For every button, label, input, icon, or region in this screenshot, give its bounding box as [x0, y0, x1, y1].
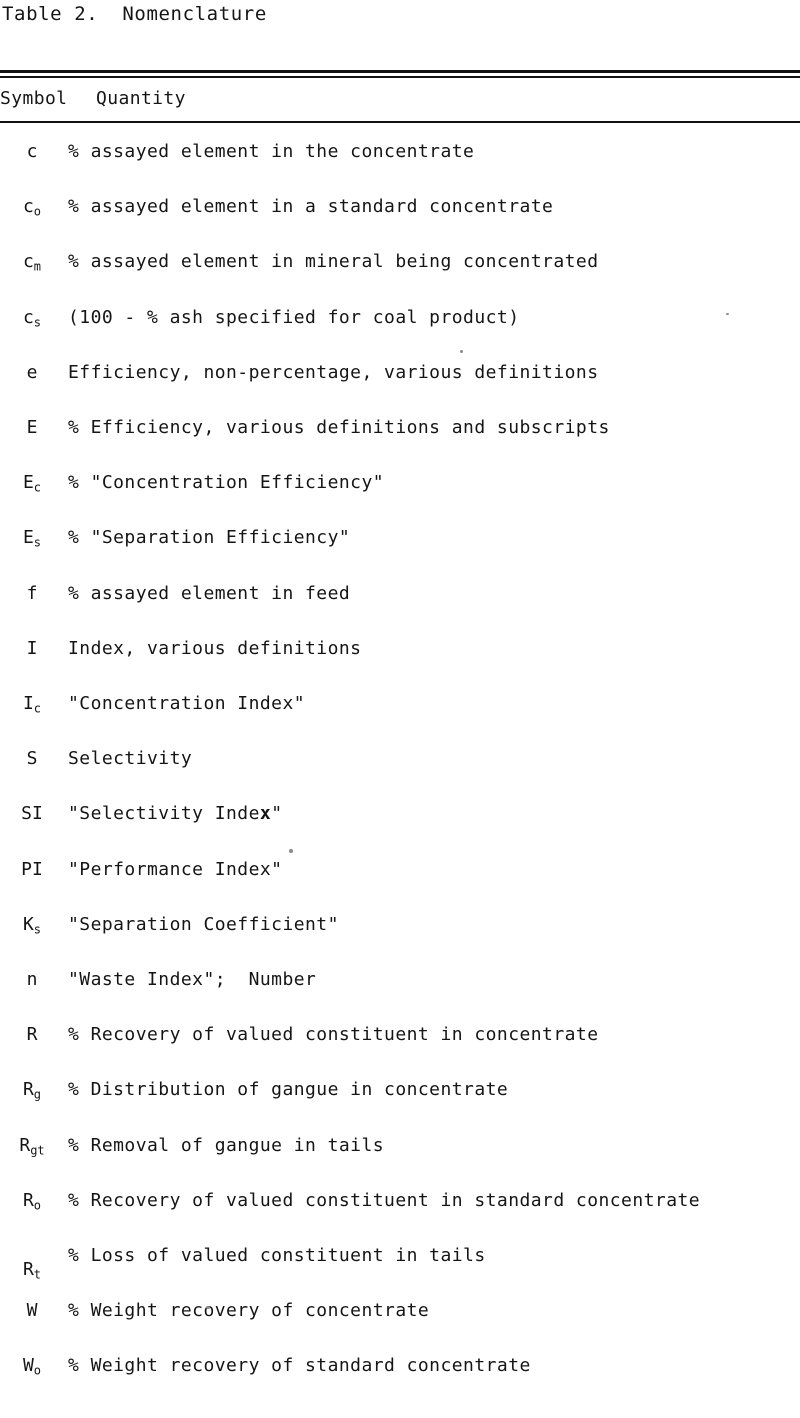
- table-cell-quantity: (100 - % ash specified for coal product): [68, 306, 520, 328]
- column-header-quantity: Quantity: [96, 88, 186, 109]
- table-cell-symbol: Wo: [22, 1355, 42, 1378]
- table-cell-symbol: W: [26, 1300, 38, 1322]
- column-header-symbol: Symbol: [0, 88, 68, 109]
- symbol-subscript: c: [33, 701, 42, 716]
- table-cell-symbol: cm: [22, 251, 42, 274]
- symbol-subscript: s: [33, 314, 42, 329]
- table-cell-quantity: % Removal of gangue in tails: [68, 1134, 385, 1156]
- table-row: Wo % Weight recovery of standard concentr…: [0, 1357, 800, 1412]
- table-cell-symbol: Rg: [22, 1079, 42, 1102]
- table-cell-symbol: R: [26, 1024, 38, 1046]
- emphasized-character: x: [259, 803, 272, 825]
- symbol-subscript: c: [33, 480, 42, 495]
- table-cell-quantity: % "Separation Efficiency": [68, 527, 351, 549]
- table-cell-symbol: cs: [22, 306, 42, 329]
- table-cell-quantity: Efficiency, non-percentage, various defi…: [68, 361, 599, 383]
- scan-speck: [460, 350, 463, 353]
- table-row: n "Waste Index"; Number: [0, 971, 800, 1026]
- table-cell-symbol: I: [26, 637, 38, 659]
- table-row: cs (100 - % ash specified for coal produc…: [0, 306, 800, 364]
- table-cell-symbol: Ec: [22, 472, 42, 495]
- symbol-subscript: s: [33, 535, 42, 550]
- table-header-rule: [0, 121, 800, 123]
- table-cell-quantity: "Selectivity Index": [68, 803, 283, 825]
- table-cell-symbol: PI: [21, 858, 43, 880]
- table-cell-symbol: Ks: [22, 913, 42, 937]
- table-row: Es % "Separation Efficiency": [0, 529, 800, 584]
- table-cell-quantity: % Efficiency, various definitions and su…: [68, 417, 610, 438]
- table-cell-quantity: % Weight recovery of standard concentrat…: [68, 1355, 531, 1377]
- table-cell-quantity: % assayed element in the concentrate: [68, 141, 475, 162]
- table-row: c % assayed element in the concentrate: [0, 143, 800, 198]
- table-cell-quantity: "Separation Coefficient": [68, 913, 339, 935]
- table-cell-symbol: e: [26, 361, 38, 383]
- table-top-rule-upper: [0, 70, 800, 73]
- table-cell-quantity: % Recovery of valued constituent in stan…: [68, 1189, 701, 1211]
- table-cell-quantity: % Recovery of valued constituent in conc…: [68, 1024, 599, 1046]
- symbol-subscript: o: [33, 1198, 42, 1213]
- table-cell-symbol: n: [26, 969, 38, 990]
- table-row: Rg % Distribution of gangue in concentrat…: [0, 1081, 800, 1136]
- table-cell-symbol: Ro: [22, 1189, 42, 1213]
- table-row: SI "Selectivity Index": [0, 805, 800, 860]
- table-cell-symbol: E: [26, 417, 38, 438]
- table-row: PI "Performance Index": [0, 858, 800, 916]
- scan-speck: [289, 849, 293, 853]
- page-title: Table 2. Nomenclature: [2, 3, 267, 25]
- table-row: Ic "Concentration Index": [0, 693, 800, 750]
- symbol-subscript: m: [33, 259, 42, 274]
- table-cell-symbol: Ic: [22, 693, 42, 716]
- table-row: Rt % Loss of valued constituent in tails: [0, 1247, 800, 1302]
- table-cell-symbol: SI: [21, 803, 43, 825]
- table-cell-quantity: Selectivity: [68, 748, 193, 770]
- table-cell-quantity: % assayed element in a standard concentr…: [68, 196, 554, 218]
- table-row: R % Recovery of valued constituent in con…: [0, 1026, 800, 1081]
- table-cell-quantity: % Distribution of gangue in concentrate: [68, 1079, 509, 1101]
- table-cell-symbol: S: [26, 748, 38, 770]
- symbol-subscript: g: [33, 1087, 42, 1102]
- table-row: S Selectivity: [0, 750, 800, 805]
- table-row: e Efficiency, non-percentage, various def…: [0, 361, 800, 419]
- table-cell-quantity: % assayed element in feed: [68, 582, 351, 604]
- scan-speck: [206, 1306, 210, 1309]
- table-row: E % Efficiency, various definitions and s…: [0, 419, 800, 474]
- table-cell-quantity: % Loss of valued constituent in tails: [68, 1245, 486, 1266]
- table-cell-quantity: "Waste Index"; Number: [68, 969, 317, 990]
- symbol-subscript: gt: [30, 1142, 45, 1157]
- table-row: cm % assayed element in mineral being con…: [0, 253, 800, 308]
- table-row: f % assayed element in feed: [0, 582, 800, 640]
- table-cell-symbol: Rt: [22, 1259, 42, 1282]
- table-row: Rgt % Removal of gangue in tails: [0, 1134, 800, 1192]
- table-cell-quantity: "Performance Index": [68, 858, 283, 880]
- table-top-rule-lower: [0, 76, 800, 78]
- document-page: Table 2. Nomenclature Symbol Quantity c%…: [0, 0, 800, 1418]
- table-row: I Index, various definitions: [0, 637, 800, 695]
- table-row: Ro % Recovery of valued constituent in st…: [0, 1189, 800, 1247]
- table-cell-symbol: Rgt: [19, 1134, 45, 1157]
- table-row: co % assayed element in a standard concen…: [0, 198, 800, 253]
- table-cell-symbol: co: [22, 196, 42, 219]
- table-cell-quantity: % "Concentration Efficiency": [68, 472, 385, 494]
- symbol-subscript: s: [33, 922, 42, 937]
- scan-speck: [726, 313, 729, 315]
- table-cell-symbol: f: [26, 582, 38, 604]
- table-cell-quantity: % assayed element in mineral being conce…: [68, 251, 599, 273]
- table-row: W % Weight recovery of concentrate: [0, 1302, 800, 1357]
- table-row: Ec % "Concentration Efficiency": [0, 474, 800, 529]
- symbol-subscript: o: [33, 204, 42, 219]
- symbol-subscript: t: [33, 1267, 42, 1282]
- table-cell-quantity: "Concentration Index": [68, 693, 306, 714]
- table-row: Ks "Separation Coefficient": [0, 913, 800, 971]
- symbol-subscript: o: [33, 1363, 42, 1378]
- table-cell-quantity: % Weight recovery of concentrate: [68, 1300, 430, 1322]
- table-cell-symbol: Es: [22, 527, 42, 550]
- table-cell-symbol: c: [26, 141, 38, 162]
- table-cell-quantity: Index, various definitions: [68, 637, 362, 659]
